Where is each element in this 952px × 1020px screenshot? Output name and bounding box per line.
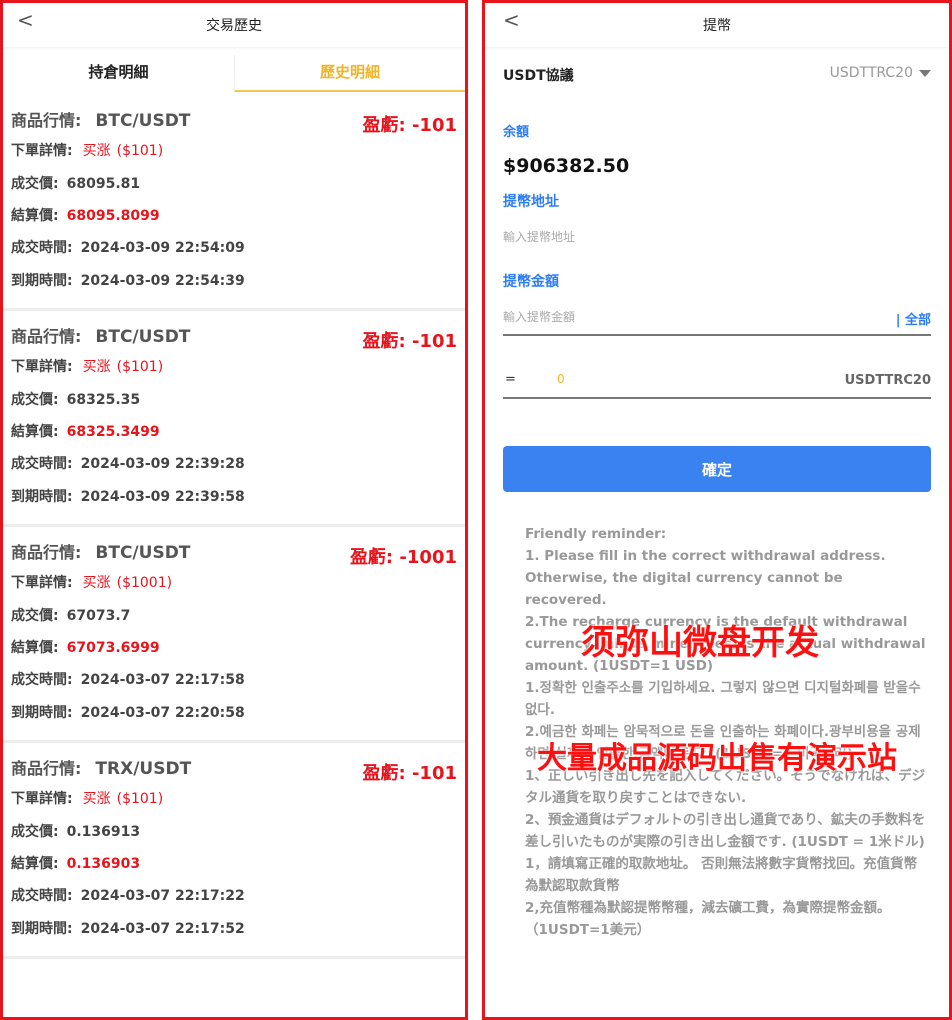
deal-time-label: 成交時間: <box>11 672 73 688</box>
order-list: 商品行情: BTC/USDT 盈虧: -101 下單詳情: 买涨 ($101) 成交價… <box>3 95 465 959</box>
converted-value: 0 <box>557 372 565 386</box>
expire-time: 2024-03-09 22:39:58 <box>80 489 245 505</box>
balance-label: 余額 <box>503 125 530 140</box>
deal-time: 2024-03-09 22:54:09 <box>80 240 245 256</box>
order-card[interactable]: 商品行情: BTC/USDT 盈虧: -1001 下單詳情: 买涨 ($1001) 成… <box>3 527 465 743</box>
reminder-line: 2、預金通貨はデフォルトの引き出し通貨であり、鉱夫の手数料を差し引いたものが実際… <box>525 812 926 850</box>
order-detail-label: 下單詳情: <box>11 359 73 375</box>
deal-price: 67073.7 <box>66 608 131 624</box>
expire-time-label: 到期時間: <box>11 705 73 721</box>
deal-price-label: 成交價: <box>11 608 59 624</box>
watermark-text: 大量成品源码出售有演示站 <box>537 741 897 776</box>
address-input[interactable] <box>503 225 931 249</box>
deal-time-label: 成交時間: <box>11 456 73 472</box>
reminder-line: 1. Please fill in the correct withdrawal… <box>525 548 886 608</box>
divider <box>503 334 931 336</box>
caret-down-icon <box>919 69 931 77</box>
product-label: 商品行情: <box>11 111 82 130</box>
amount-label: 提幣金額 <box>503 274 559 290</box>
settle-price-label: 結算價: <box>11 424 59 440</box>
reminder-line: 1，請填寫正確的取款地址。 否則無法將數字貨幣找回。充值貨幣為默認取款貨幣 <box>525 856 918 894</box>
deal-time-label: 成交時間: <box>11 888 73 904</box>
deal-time: 2024-03-07 22:17:58 <box>80 672 245 688</box>
order-card[interactable]: 商品行情: BTC/USDT 盈虧: -101 下單詳情: 买涨 ($101) 成交價… <box>3 95 465 311</box>
reminder-line: 1.정확한 인출주소를 기입하세요. 그렇지 않으면 디지털화폐를 받을수 없다… <box>525 680 921 718</box>
order-direction: 买涨 <box>82 359 111 375</box>
order-detail-label: 下單詳情: <box>11 575 73 591</box>
withdraw-panel: < 提幣 USDT協議 USDTTRC20 余額 $906382.50 提幣地址… <box>482 0 952 1020</box>
deal-time-label: 成交時間: <box>11 240 73 256</box>
order-card[interactable]: 商品行情: TRX/USDT 盈虧: -101 下單詳情: 买涨 ($101) 成交價… <box>3 743 465 959</box>
page-title: 交易歷史 <box>206 18 262 34</box>
deal-price-label: 成交價: <box>11 176 59 192</box>
order-direction: 买涨 <box>82 791 111 807</box>
settle-price-label: 結算價: <box>11 208 59 224</box>
product-label: 商品行情: <box>11 759 82 778</box>
order-direction: 买涨 <box>82 143 111 159</box>
product-symbol: TRX/USDT <box>95 759 192 779</box>
product-symbol: BTC/USDT <box>95 543 191 563</box>
deal-price: 0.136913 <box>66 824 141 840</box>
product-label: 商品行情: <box>11 327 82 346</box>
equals-sign: = <box>505 372 516 387</box>
reminder-line: Friendly reminder: <box>525 526 667 542</box>
order-amount: ($1001) <box>116 575 173 591</box>
trade-history-header: < 交易歷史 <box>3 3 465 47</box>
trade-history-panel: < 交易歷史 持倉明細 歷史明細 商品行情: BTC/USDT 盈虧: -101 … <box>0 0 468 1020</box>
expire-time-label: 到期時間: <box>11 489 73 505</box>
protocol-value: USDTTRC20 <box>829 65 913 81</box>
settle-price: 0.136903 <box>66 856 141 872</box>
deal-price: 68325.35 <box>66 392 141 408</box>
reminder-line: 2,充值幣種為默認提幣幣種，減去礦工費，為實際提幣金額。（1USDT=1美元） <box>525 900 891 938</box>
order-detail-label: 下單詳情: <box>11 791 73 807</box>
order-amount: ($101) <box>116 143 164 159</box>
balance-value: $906382.50 <box>503 155 630 177</box>
deal-time: 2024-03-07 22:17:22 <box>80 888 245 904</box>
settle-price: 67073.6999 <box>66 640 160 656</box>
confirm-button[interactable]: 確定 <box>503 446 931 492</box>
protocol-select[interactable]: USDTTRC20 <box>830 65 931 81</box>
deal-price: 68095.81 <box>66 176 141 192</box>
settle-price: 68325.3499 <box>66 424 160 440</box>
history-tabs: 持倉明細 歷史明細 <box>3 55 465 92</box>
order-detail-label: 下單詳情: <box>11 143 73 159</box>
amount-input[interactable] <box>503 305 869 329</box>
all-amount-button[interactable]: | 全部 <box>896 309 931 328</box>
expire-time-label: 到期時間: <box>11 273 73 289</box>
deal-price-label: 成交價: <box>11 392 59 408</box>
friendly-reminder: Friendly reminder: 1. Please fill in the… <box>525 523 927 941</box>
page-title: 提幣 <box>703 18 731 34</box>
product-symbol: BTC/USDT <box>95 111 191 131</box>
product-symbol: BTC/USDT <box>95 327 191 347</box>
pnl-value: 盈虧: -1001 <box>349 547 457 568</box>
divider <box>503 397 931 399</box>
converted-unit: USDTTRC20 <box>844 373 931 388</box>
deal-price-label: 成交價: <box>11 824 59 840</box>
expire-time: 2024-03-07 22:20:58 <box>80 705 245 721</box>
order-direction: 买涨 <box>82 575 111 591</box>
settle-price: 68095.8099 <box>66 208 160 224</box>
expire-time-label: 到期時間: <box>11 921 73 937</box>
pnl-value: 盈虧: -101 <box>362 115 457 136</box>
expire-time: 2024-03-07 22:17:52 <box>80 921 245 937</box>
pnl-value: 盈虧: -101 <box>362 763 457 784</box>
tab-positions[interactable]: 持倉明細 <box>3 55 234 92</box>
settle-price-label: 結算價: <box>11 856 59 872</box>
settle-price-label: 結算價: <box>11 640 59 656</box>
watermark-text: 须弥山微盘开发 <box>581 623 819 663</box>
product-label: 商品行情: <box>11 543 82 562</box>
order-amount: ($101) <box>116 791 164 807</box>
tab-history[interactable]: 歷史明細 <box>234 55 465 92</box>
deal-time: 2024-03-09 22:39:28 <box>80 456 245 472</box>
address-label: 提幣地址 <box>503 194 559 210</box>
order-card[interactable]: 商品行情: BTC/USDT 盈虧: -101 下單詳情: 买涨 ($101) 成交價… <box>3 311 465 527</box>
pnl-value: 盈虧: -101 <box>362 331 457 352</box>
order-amount: ($101) <box>116 359 164 375</box>
expire-time: 2024-03-09 22:54:39 <box>80 273 245 289</box>
withdraw-header: < 提幣 <box>485 3 949 47</box>
